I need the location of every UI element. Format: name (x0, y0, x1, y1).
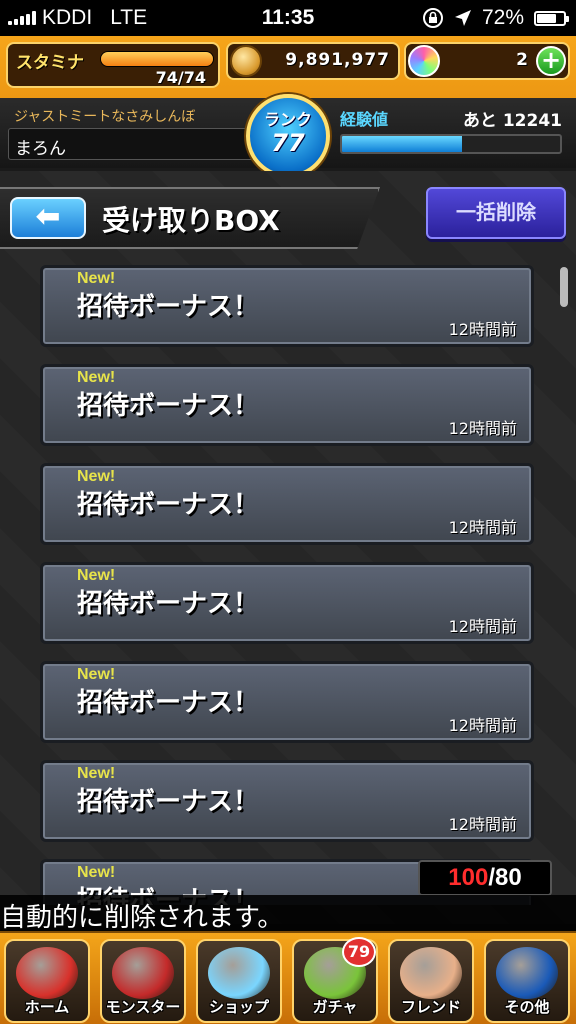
inbox-item[interactable]: New!招待ボーナス！12時間前 (40, 661, 534, 743)
stamina-label: スタミナ (16, 53, 84, 73)
friend-handshake-icon (400, 947, 462, 999)
add-orb-button[interactable]: + (536, 46, 566, 76)
item-count-current: 100 (448, 864, 489, 891)
inbox-item[interactable]: New!招待ボーナス！12時間前 (40, 265, 534, 347)
gacha-count-badge: 79 (342, 937, 376, 967)
nav-home[interactable]: ホーム (4, 939, 90, 1023)
item-count-separator: / (488, 864, 495, 891)
bottom-nav: ホーム モンスター ショップ ガチャ 79 フレンド その他 (0, 931, 576, 1024)
nav-other-radar[interactable]: その他 (484, 939, 570, 1023)
stamina-bar (100, 51, 214, 67)
gold-value: 9,891,977 (285, 50, 390, 70)
rank-value: 77 (271, 129, 305, 157)
inbox-item-time: 12時間前 (448, 518, 517, 537)
inbox-item-title: 招待ボーナス！ (77, 391, 260, 421)
item-count-max: 80 (495, 864, 522, 891)
exp-label: 経験値 (340, 110, 389, 129)
inbox-item-title: 招待ボーナス！ (77, 787, 260, 817)
home-icon (16, 947, 78, 999)
stamina-value: 74/74 (155, 68, 206, 87)
nav-monster[interactable]: モンスター (100, 939, 186, 1023)
inbox-item-time: 12時間前 (448, 617, 517, 636)
gold-coin-icon (230, 45, 262, 77)
exp-bar-fill (342, 136, 462, 152)
rank-label: ランク (263, 110, 312, 129)
inbox-item-title: 招待ボーナス！ (77, 292, 260, 322)
inbox-item-title: 招待ボーナス！ (77, 490, 260, 520)
network-type: LTE (110, 6, 148, 29)
nav-label: ホーム (24, 998, 70, 1016)
location-arrow-icon (454, 10, 471, 26)
nav-label: その他 (504, 998, 550, 1016)
carrier-name: KDDI (42, 6, 93, 29)
inbox-item-time: 12時間前 (448, 716, 517, 735)
back-button[interactable]: ⬅ (10, 197, 86, 239)
stamina-panel: スタミナ 74/74 (6, 42, 220, 88)
notice-band: 自動的に削除されます。 (0, 895, 576, 933)
inbox-screen: ⬅ 受け取りBOX 一括削除 New! 招待ボーナス！ 12時間前 New! 招待ボーナ… (0, 171, 576, 924)
inbox-item[interactable]: New!招待ボーナス！12時間前 (40, 463, 534, 545)
nav-label: モンスター (105, 998, 181, 1016)
battery-percent: 72% (481, 6, 524, 29)
battery-icon (534, 10, 569, 26)
inbox-item-time: 12時間前 (448, 815, 517, 834)
back-arrow-icon: ⬅ (35, 199, 61, 234)
inbox-item[interactable]: New!招待ボーナス！12時間前 (40, 760, 534, 842)
rotation-lock-icon (422, 8, 443, 28)
inbox-item-title: 招待ボーナス！ (77, 589, 260, 619)
other-radar-icon (496, 947, 558, 999)
auto-delete-notice: 自動的に削除されます。 (0, 903, 284, 933)
signal-strength-icon (8, 11, 36, 25)
page-title: 受け取りBOX (102, 204, 280, 237)
exp-bar (340, 134, 562, 154)
inbox-item-time: 12時間前 (448, 320, 517, 339)
nav-friend-handshake[interactable]: フレンド (388, 939, 474, 1023)
stamina-bar-fill (101, 52, 213, 66)
gold-panel: 9,891,977 (226, 42, 400, 80)
player-name-box: まろん (8, 128, 258, 160)
orb-value: 2 (516, 50, 528, 70)
nav-label: ガチャ (312, 998, 358, 1016)
shop-orb-icon (208, 947, 270, 999)
nav-label: フレンド (400, 998, 461, 1016)
rank-badge: ランク 77 (246, 94, 330, 178)
item-count: 100/80 (418, 860, 552, 896)
inbox-item[interactable]: New!招待ボーナス！12時間前 (40, 562, 534, 644)
inbox-list[interactable]: New! 招待ボーナス！ 12時間前 New! 招待ボーナス！ 12時間前 New! 招待ボー… (40, 265, 536, 905)
delete-all-button[interactable]: 一括削除 (426, 187, 566, 239)
exp-remaining: あと 12241 (462, 111, 562, 131)
player-title: ジャストミートなさみしんぼ (14, 109, 196, 125)
nav-shop-orb[interactable]: ショップ (196, 939, 282, 1023)
status-bar: KDDI LTE 11:35 72% (0, 0, 576, 36)
orb-panel: 2 + (404, 42, 570, 80)
player-name: まろん (15, 139, 66, 159)
player-header: スタミナ 74/74 9,891,977 2 + ジャストミートなさみしんぼ ま… (0, 36, 576, 178)
nav-label: ショップ (208, 998, 269, 1016)
inbox-item-time: 12時間前 (448, 419, 517, 438)
monster-icon (112, 947, 174, 999)
inbox-item[interactable]: New!招待ボーナス！12時間前 (40, 364, 534, 446)
nav-gacha-egg[interactable]: ガチャ 79 (292, 937, 378, 1023)
list-scrollbar[interactable] (560, 267, 568, 307)
orb-icon (408, 45, 440, 77)
inbox-item-title: 招待ボーナス！ (77, 688, 260, 718)
